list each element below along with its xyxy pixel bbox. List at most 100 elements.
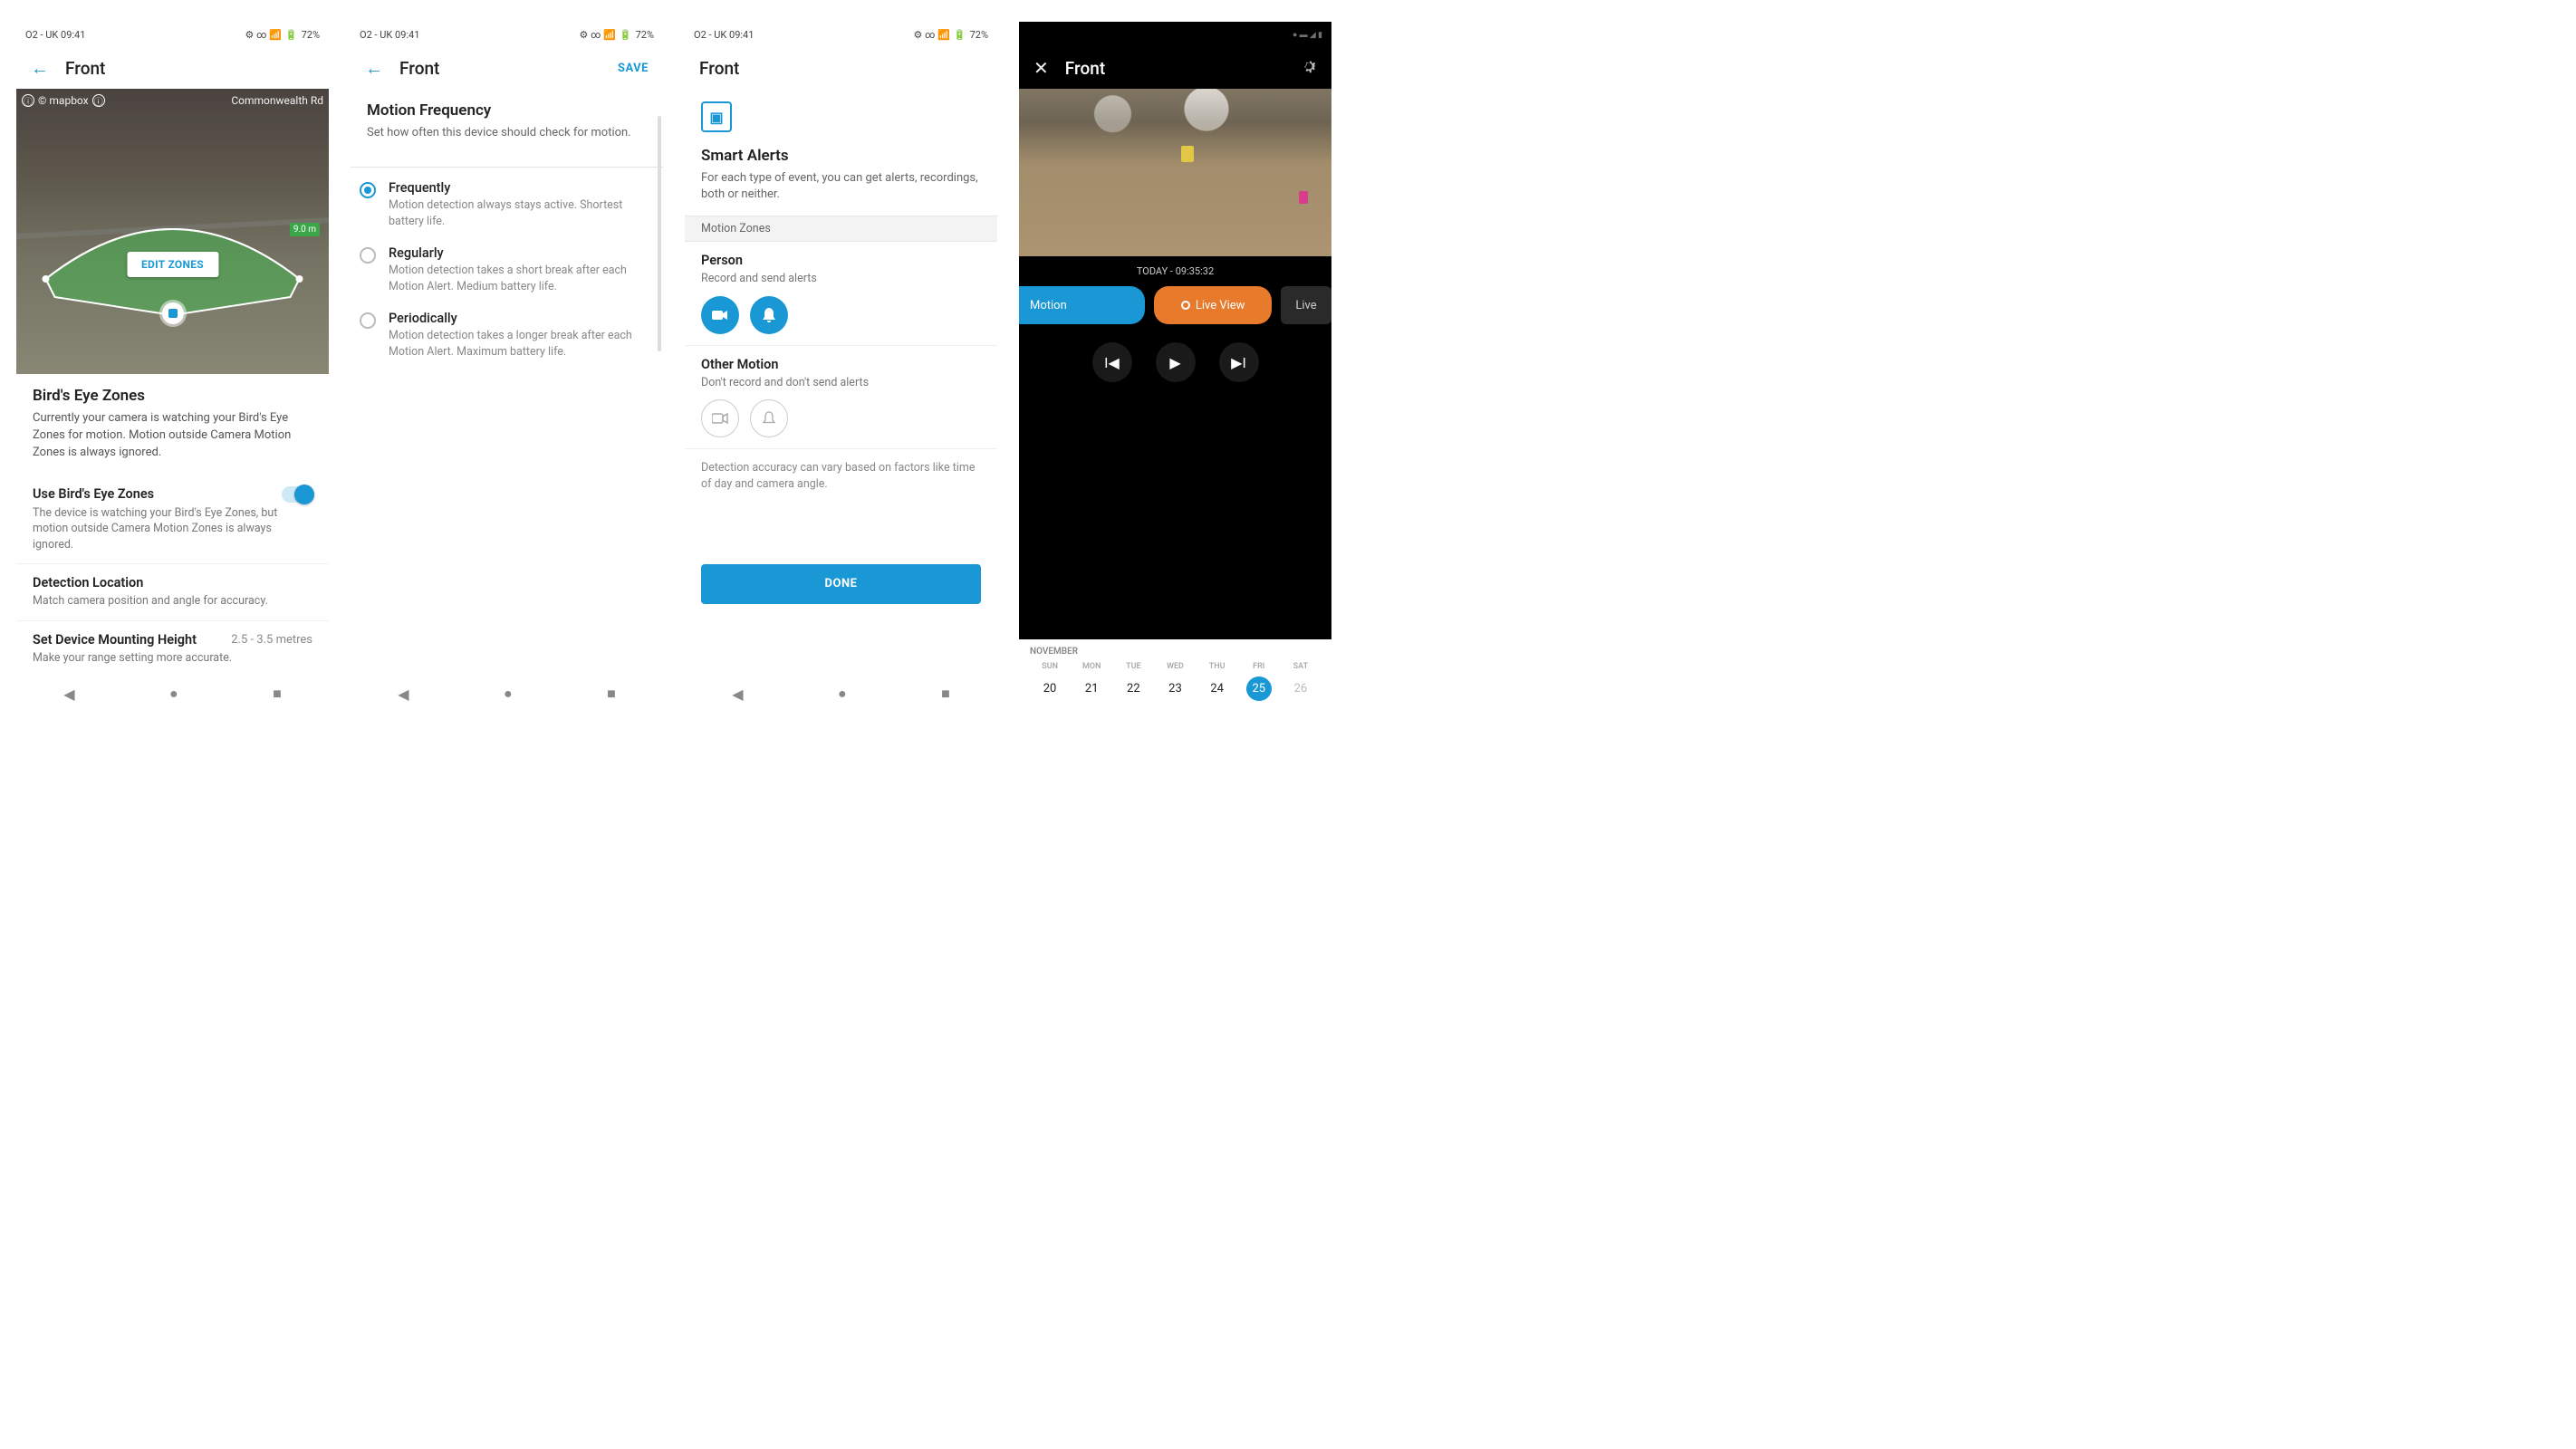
map-attribution: ⓘ © mapbox ⓘ [22,94,105,107]
mounting-height-row[interactable]: Set Device Mounting Height 2.5 - 3.5 met… [16,620,329,677]
carrier-time: O2 - UK 09:41 [360,29,419,41]
motion-frequency-intro: Motion Frequency Set how often this devi… [351,89,663,154]
motion-chip[interactable]: Motion [1019,286,1145,324]
status-bar: ● ▬ ◢ ▮ [1019,22,1331,47]
row-sub: Make your range setting more accurate. [33,650,312,667]
calendar-day-name: SAT [1281,662,1321,671]
play-button[interactable]: ▶ [1156,342,1196,382]
radio-icon[interactable] [360,182,376,198]
back-icon[interactable]: ← [365,57,383,80]
playback-controls: I◀ ▶ ▶I [1019,324,1331,391]
calendar-day-name: FRI [1239,662,1279,671]
option-desc: Motion detection takes a short break aft… [389,263,647,294]
calendar-day-name: WED [1155,662,1195,671]
done-button[interactable]: DONE [701,564,981,604]
gear-icon[interactable] [1301,58,1317,78]
header: ✕ Front [1019,47,1331,89]
section-desc: Currently your camera is watching your B… [33,410,312,462]
record-toggle[interactable] [701,296,739,334]
frequency-option[interactable]: Regularly Motion detection takes a short… [351,233,663,298]
battery-icon: 🔋 [285,29,298,41]
row-sub: The device is watching your Bird's Eye Z… [33,505,312,553]
person-alert-block: Person Record and send alerts [685,242,997,346]
nav-back-icon[interactable]: ◀ [732,686,743,703]
frequency-options: Frequently Motion detection always stays… [351,168,663,363]
header: ← Front [16,47,329,89]
calendar-day-name: SUN [1030,662,1070,671]
calendar-day[interactable]: 26 [1281,677,1321,701]
alert-sub: Don't record and don't send alerts [701,375,981,391]
use-birds-eye-toggle-row[interactable]: Use Bird's Eye Zones The device is watch… [16,475,329,564]
calendar-day[interactable]: 22 [1113,677,1153,701]
radio-icon[interactable] [360,247,376,264]
info-icon[interactable]: ⓘ [92,94,105,107]
header: Front [685,47,997,89]
live-chip[interactable]: Live [1281,286,1331,324]
info-icon[interactable]: ⓘ [22,94,34,107]
status-bar: O2 - UK 09:41 ⚙ ∞ 📶 🔋 72% [685,22,997,47]
video-preview[interactable] [1019,89,1331,256]
nav-home-icon[interactable]: ● [504,685,513,703]
camera-position-pin[interactable] [162,302,184,324]
save-button[interactable]: SAVE [618,62,649,75]
calendar-day-name: MON [1072,662,1111,671]
row-title: Use Bird's Eye Zones [33,486,154,502]
option-desc: Motion detection always stays active. Sh… [389,197,647,229]
calendar-day[interactable]: 21 [1072,677,1111,701]
calendar-day[interactable]: 24 [1197,677,1237,701]
edit-zones-button[interactable]: EDIT ZONES [127,252,218,277]
page-title: Front [699,58,739,79]
toggle-switch[interactable] [282,486,312,503]
camera-aerial-preview[interactable]: ⓘ © mapbox ⓘ Commonwealth Rd 9.0 m EDIT … [16,89,329,374]
close-icon[interactable]: ✕ [1033,57,1049,79]
frequency-option[interactable]: Periodically Motion detection takes a lo… [351,298,663,363]
scrollbar[interactable] [658,116,661,351]
battery-percent: 72% [970,29,988,41]
nav-recent-icon[interactable]: ■ [273,685,282,703]
section-desc: For each type of event, you can get aler… [701,170,981,203]
section-desc: Set how often this device should check f… [367,125,647,141]
calendar-day[interactable]: 20 [1030,677,1070,701]
accuracy-note: Detection accuracy can vary based on fac… [685,449,997,503]
detection-location-row[interactable]: Detection Location Match camera position… [16,563,329,620]
section-title: Motion Frequency [367,101,647,120]
row-sub: Match camera position and angle for accu… [33,593,312,609]
nav-home-icon[interactable]: ● [838,685,847,703]
calendar-day[interactable]: 25 [1246,677,1272,701]
carrier-time: O2 - UK 09:41 [694,29,754,41]
birds-eye-section: Bird's Eye Zones Currently your camera i… [16,374,329,475]
nav-back-icon[interactable]: ◀ [398,686,409,703]
status-icons: ⚙ ∞ 📶 [245,29,282,41]
back-icon[interactable]: ← [31,57,49,80]
alert-icon: ▣ [701,101,732,132]
next-button[interactable]: ▶I [1219,342,1259,382]
radio-icon[interactable] [360,312,376,329]
header: ← Front SAVE [351,47,663,89]
battery-icon: 🔋 [954,29,966,41]
road-label: Commonwealth Rd [231,94,323,107]
nav-back-icon[interactable]: ◀ [63,686,74,703]
timeline-scrubber[interactable] [1019,391,1331,639]
alert-toggle[interactable] [750,399,788,437]
status-icons: ⚙ ∞ 📶 [914,29,950,41]
alert-toggle[interactable] [750,296,788,334]
calendar-day[interactable]: 23 [1155,677,1195,701]
status-bar: O2 - UK 09:41 ⚙ ∞ 📶 🔋 72% [16,22,329,47]
battery-percent: 72% [302,29,320,41]
timestamp-label: TODAY - 09:35:32 [1019,256,1331,286]
live-view-chip[interactable]: Live View [1154,286,1272,324]
battery-icon: 🔋 [620,29,632,41]
nav-recent-icon[interactable]: ■ [607,685,616,703]
event-timeline-chips: Motion Live View Live [1019,286,1331,324]
nav-home-icon[interactable]: ● [169,685,178,703]
row-title: Detection Location [33,575,312,590]
alert-title: Person [701,253,981,268]
frequency-option[interactable]: Frequently Motion detection always stays… [351,168,663,233]
record-toggle[interactable] [701,399,739,437]
smart-alerts-intro: ▣ Smart Alerts For each type of event, y… [685,89,997,216]
nav-recent-icon[interactable]: ■ [941,685,950,703]
prev-button[interactable]: I◀ [1092,342,1132,382]
calendar-day-name: TUE [1113,662,1153,671]
android-nav-bar: ◀ ● ■ [685,677,997,710]
calendar-month: NOVEMBER [1030,647,1321,657]
